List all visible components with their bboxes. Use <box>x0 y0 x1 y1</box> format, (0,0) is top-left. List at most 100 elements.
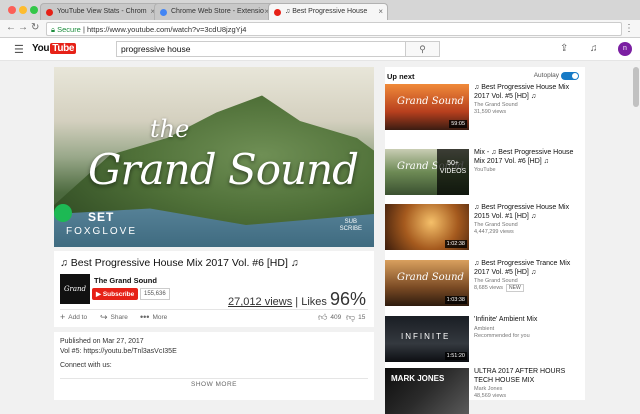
url-text: https://www.youtube.com/watch?v=3cdU8jzg… <box>87 25 247 34</box>
chrome-web-store-favicon-icon <box>160 9 167 16</box>
channel-logo[interactable]: Grand Sound <box>60 274 90 323</box>
list-item[interactable]: INFINITE 1:51:20 'Infinite' Ambient Mix … <box>385 316 585 362</box>
lock-icon: 🔒︎ <box>51 25 55 34</box>
close-window-button[interactable] <box>8 6 16 14</box>
duration-badge: 1:02:38 <box>444 240 467 248</box>
tab-label: Chrome Web Store - Extensio <box>171 8 264 15</box>
description-link-line[interactable]: Vol #5: https://youtu.be/Tnl3asVcI35E <box>60 348 177 355</box>
add-to-button[interactable]: + Add to <box>60 312 87 322</box>
list-item[interactable]: MARK JONES ULTRA 2017 AFTER HOURS TECH H… <box>385 368 585 414</box>
spotify-logo-icon <box>54 204 72 222</box>
close-tab-icon[interactable]: × <box>378 7 383 16</box>
video-title: ♫ Best Progressive House Mix 2017 Vol. #… <box>60 257 299 269</box>
reload-icon[interactable]: ↻ <box>31 22 39 33</box>
guide-menu-icon[interactable]: ☰ <box>14 43 24 56</box>
browser-menu-icon[interactable]: ⋮ <box>624 23 634 34</box>
add-to-label: Add to <box>68 314 88 321</box>
avatar[interactable]: n <box>618 42 632 56</box>
search-input[interactable]: progressive house <box>116 41 406 57</box>
video-thumbnail[interactable]: Grand Sound 50+ VIDEOS <box>385 149 469 195</box>
minimize-window-button[interactable] <box>19 6 27 14</box>
subscribe-watermark[interactable]: SUB SCRIBE <box>340 219 362 233</box>
plus-icon: + <box>60 312 66 322</box>
video-thumbnail[interactable]: Grand Sound 59:05 <box>385 84 469 130</box>
new-badge: NEW <box>506 284 524 292</box>
tab-youtube-view-stats[interactable]: YouTube View Stats - Chrom × <box>40 3 160 20</box>
like-count: 409 <box>330 314 342 321</box>
url-input[interactable]: 🔒︎ Secure | https://www.youtube.com/watc… <box>46 22 622 36</box>
video-views: 31,590 views <box>474 109 507 115</box>
up-next-sidebar: Up next Autoplay Grand Sound 59:05 ♫ Bes… <box>385 67 585 414</box>
video-title[interactable]: ULTRA 2017 AFTER HOURS TECH HOUSE MIX <box>474 368 584 385</box>
description-card: Published on Mar 27, 2017 Vol #5: https:… <box>54 332 374 400</box>
likes-label: Likes <box>301 296 327 308</box>
subscriber-count: 155,636 <box>140 288 170 300</box>
forward-arrow-icon[interactable]: → <box>18 22 28 33</box>
list-item[interactable]: 1:02:38 ♫ Best Progressive House Mix 201… <box>385 204 585 250</box>
share-icon: ↪ <box>100 312 108 322</box>
subscribe-label: Subscribe <box>102 291 135 298</box>
maximize-window-button[interactable] <box>30 6 38 14</box>
more-button[interactable]: ••• More <box>140 312 167 322</box>
video-title[interactable]: 'Infinite' Ambient Mix <box>474 316 584 325</box>
video-views-row: 8,685 views NEW <box>474 284 524 292</box>
duration-badge: 1:03:38 <box>444 296 467 304</box>
show-more-button[interactable]: SHOW MORE <box>54 381 374 388</box>
info-divider <box>60 309 368 310</box>
subscribe-button[interactable]: ▶ Subscribe <box>92 288 139 300</box>
thumbnail-text: MARK JONES <box>391 374 445 383</box>
thumbnail-text: Grand Sound <box>397 96 464 107</box>
video-thumbnail[interactable]: INFINITE 1:51:20 <box>385 316 469 362</box>
list-item[interactable]: Grand Sound 50+ VIDEOS Mix - ♫ Best Progr… <box>385 149 585 195</box>
overlay-the-text: the <box>150 115 190 143</box>
back-arrow-icon[interactable]: ← <box>6 22 16 33</box>
video-info-card: ♫ Best Progressive House Mix 2017 Vol. #… <box>54 251 374 327</box>
tab-label: YouTube View Stats - Chrom <box>57 8 147 15</box>
recommended-label: Recommended for you <box>474 333 530 339</box>
channel-name[interactable]: The Grand Sound <box>94 276 157 285</box>
publish-date: Published on Mar 27, 2017 <box>60 338 144 345</box>
video-title[interactable]: ♫ Best Progressive House Mix 2017 Vol. #… <box>474 84 584 101</box>
video-player[interactable]: the Grand Sound SET FOXGLOVE SUB SCRIBE <box>54 67 374 247</box>
more-dots-icon: ••• <box>140 312 150 322</box>
list-item[interactable]: Grand Sound 59:05 ♫ Best Progressive Hou… <box>385 84 585 130</box>
autoplay-label: Autoplay <box>533 72 559 79</box>
playlist-label: VIDEOS <box>439 168 467 175</box>
share-label: Share <box>110 314 128 321</box>
like-button[interactable]: 👍︎ 409 <box>318 312 341 323</box>
search-button[interactable]: ⚲ <box>406 41 440 57</box>
video-title[interactable]: ♫ Best Progressive House Mix 2015 Vol. #… <box>474 204 584 221</box>
share-button[interactable]: ↪ Share <box>100 312 128 323</box>
overlay-title-text: Grand Sound <box>88 145 359 194</box>
tab-chrome-web-store[interactable]: Chrome Web Store - Extensio × <box>154 3 274 20</box>
video-thumbnail[interactable]: Grand Sound 1:03:38 <box>385 260 469 306</box>
notifications-bell-icon[interactable]: ♫ <box>590 43 598 54</box>
video-channel: The Grand Sound <box>474 222 518 228</box>
autoplay-toggle[interactable] <box>561 72 579 80</box>
list-item[interactable]: Grand Sound 1:03:38 ♫ Best Progressive T… <box>385 260 585 306</box>
scrollbar-thumb[interactable] <box>633 67 639 107</box>
video-channel: YouTube <box>474 167 496 173</box>
likes-percent: 96% <box>329 289 366 309</box>
youtube-favicon-icon <box>46 9 53 16</box>
dislike-button[interactable]: 👎︎ 15 <box>346 312 365 323</box>
upload-icon[interactable]: ⇪ <box>560 43 568 54</box>
video-thumbnail[interactable]: 1:02:38 <box>385 204 469 250</box>
video-title[interactable]: ♫ Best Progressive Trance Mix 2017 Vol. … <box>474 260 584 277</box>
duration-badge: 59:05 <box>449 120 467 128</box>
secure-label: Secure <box>57 25 81 34</box>
tab-label: ♫ Best Progressive House <box>285 8 368 15</box>
playlist-count: 50+ <box>447 160 459 167</box>
video-title[interactable]: Mix - ♫ Best Progressive House Mix 2017 … <box>474 149 584 166</box>
tab-best-progressive-house[interactable]: ♫ Best Progressive House × <box>268 3 388 20</box>
video-thumbnail[interactable]: MARK JONES <box>385 368 469 414</box>
video-channel: Mark Jones <box>474 386 503 392</box>
youtube-favicon-icon <box>274 9 281 16</box>
thumbnail-text: INFINITE <box>401 332 451 341</box>
view-count: 27,012 views <box>228 296 293 308</box>
overlay-set-label: SET <box>88 210 115 224</box>
logo-tube-text: Tube <box>50 43 77 54</box>
page-scrollbar[interactable] <box>632 61 640 400</box>
youtube-logo[interactable]: You Tube <box>32 43 77 54</box>
up-next-heading: Up next <box>387 72 415 81</box>
